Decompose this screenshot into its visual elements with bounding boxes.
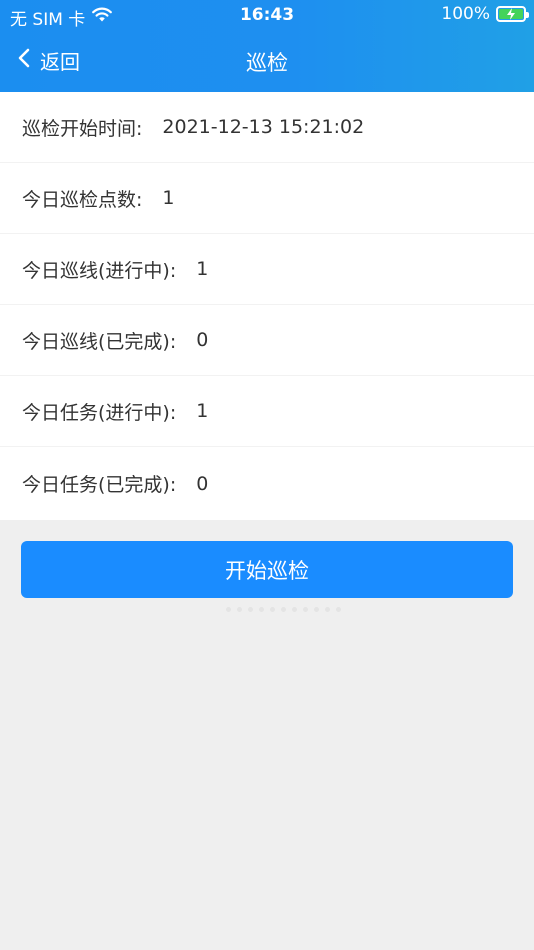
- row-value: 2021-12-13 15:21:02: [162, 116, 365, 138]
- status-bar: 无 SIM 卡 16:43 100%: [0, 0, 534, 30]
- row-value: 0: [196, 472, 209, 495]
- row-value: 1: [162, 187, 175, 209]
- nav-bar: 返回 巡检: [0, 34, 534, 88]
- wifi-icon: [91, 7, 113, 28]
- row-tasks-completed: 今日任务(已完成): 0: [0, 447, 534, 520]
- inspection-summary-list: 巡检开始时间: 2021-12-13 15:21:02 今日巡检点数: 1 今日…: [0, 92, 534, 520]
- row-start-time: 巡检开始时间: 2021-12-13 15:21:02: [0, 92, 534, 163]
- back-label: 返回: [40, 50, 80, 74]
- row-label: 今日巡线(已完成):: [22, 330, 177, 353]
- page-title: 巡检: [246, 51, 288, 75]
- row-lines-completed: 今日巡线(已完成): 0: [0, 305, 534, 376]
- row-label: 巡检开始时间:: [22, 117, 143, 140]
- row-today-points: 今日巡检点数: 1: [0, 163, 534, 234]
- row-label: 今日任务(已完成):: [22, 474, 177, 496]
- battery-percent: 100%: [441, 4, 490, 24]
- row-label: 今日巡检点数:: [22, 188, 143, 211]
- loading-dots: [226, 607, 341, 612]
- start-inspection-button[interactable]: 开始巡检: [21, 541, 513, 598]
- row-label: 今日任务(进行中):: [22, 401, 177, 424]
- row-value: 1: [196, 400, 209, 422]
- carrier-label: 无 SIM 卡: [10, 10, 86, 30]
- row-tasks-in-progress: 今日任务(进行中): 1: [0, 376, 534, 447]
- battery-charging-icon: [496, 6, 529, 22]
- carrier-status: 无 SIM 卡: [10, 5, 113, 30]
- battery-status: 100%: [441, 4, 529, 24]
- row-lines-in-progress: 今日巡线(进行中): 1: [0, 234, 534, 305]
- chevron-left-icon: [18, 48, 30, 73]
- row-label: 今日巡线(进行中):: [22, 259, 177, 282]
- header: 无 SIM 卡 16:43 100% 返回 巡检: [0, 0, 534, 92]
- back-button[interactable]: 返回: [18, 46, 80, 75]
- row-value: 1: [196, 258, 209, 280]
- row-value: 0: [196, 329, 209, 351]
